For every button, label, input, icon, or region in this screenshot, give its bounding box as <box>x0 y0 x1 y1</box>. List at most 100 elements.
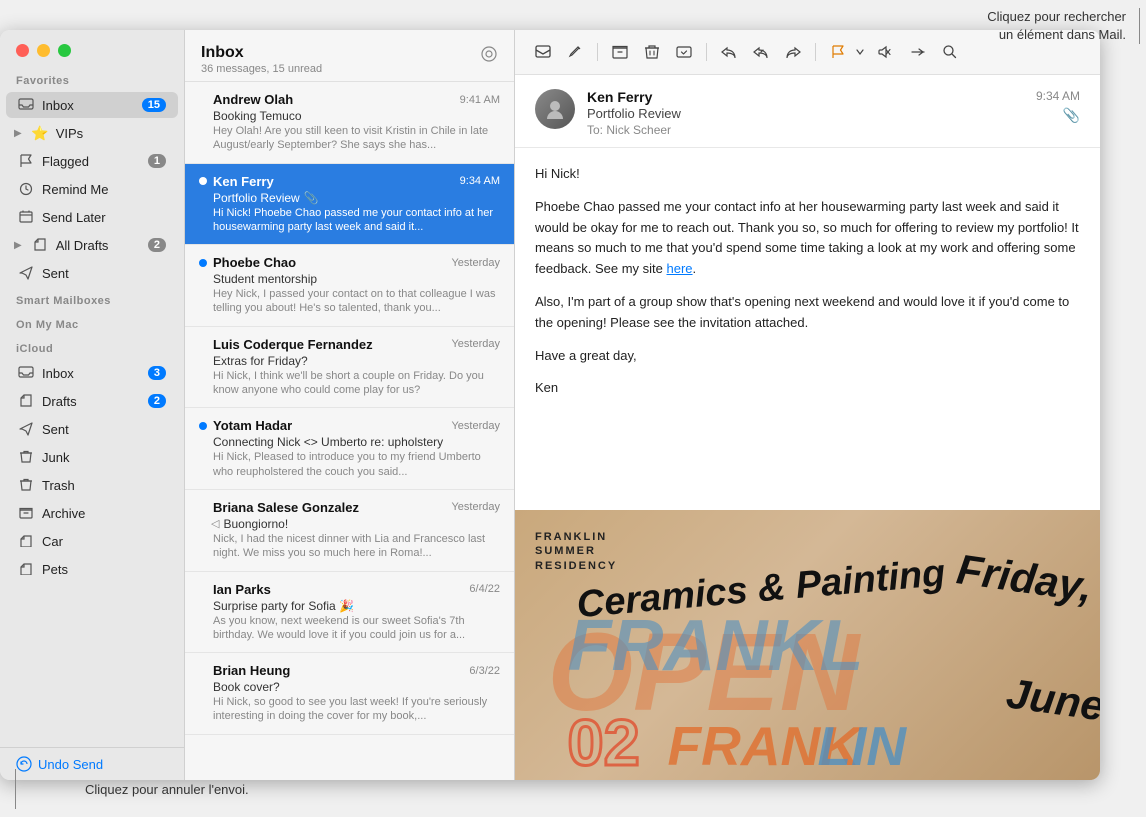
more-button[interactable] <box>904 38 932 66</box>
message-item[interactable]: Phoebe Chao Yesterday Student mentorship… <box>185 245 514 327</box>
sidebar-item-icloud-archive[interactable]: Archive <box>6 500 178 526</box>
archive-button[interactable] <box>606 38 634 66</box>
message-list-header-info: Inbox 36 messages, 15 unread <box>201 44 322 75</box>
sidebar-item-icloud-sent[interactable]: Sent <box>6 416 178 442</box>
msg-time: Yesterday <box>451 420 500 432</box>
invitation-overlay: FRANKLIN SUMMER RESIDENCY OPEN FRANKL Ce… <box>515 510 1100 780</box>
message-item[interactable]: Brian Heung 6/3/22 Book cover? Hi Nick, … <box>185 653 514 735</box>
msg-time: Yesterday <box>451 501 500 513</box>
message-list-title: Inbox <box>201 44 322 62</box>
minimize-button[interactable] <box>37 44 50 57</box>
sidebar-item-icloud-trash[interactable]: Trash <box>6 472 178 498</box>
invitation-image: FRANKLIN SUMMER RESIDENCY OPEN FRANKL Ce… <box>515 510 1100 780</box>
unread-dot <box>199 585 207 593</box>
icloud-sent-icon <box>18 421 34 437</box>
sent-icon <box>18 265 34 281</box>
icloud-archive-label: Archive <box>42 506 166 521</box>
sidebar-item-icloud-junk[interactable]: Junk <box>6 444 178 470</box>
detail-header: Ken Ferry Portfolio Review To: Nick Sche… <box>515 75 1100 148</box>
detail-body: Hi Nick! Phoebe Chao passed me your cont… <box>515 148 1100 510</box>
compose-button[interactable] <box>561 38 589 66</box>
message-item[interactable]: Ian Parks 6/4/22 Surprise party for Sofi… <box>185 572 514 654</box>
forward-button[interactable] <box>779 38 807 66</box>
msg-sender: Ken Ferry <box>213 174 274 189</box>
detail-meta: Ken Ferry Portfolio Review To: Nick Sche… <box>587 89 1024 137</box>
smart-mailboxes-label: Smart Mailboxes <box>0 287 184 311</box>
close-button[interactable] <box>16 44 29 57</box>
detail-subject: Portfolio Review <box>587 106 1024 121</box>
drafts-chevron: ▶ <box>14 240 22 251</box>
flagged-label: Flagged <box>42 154 140 169</box>
icloud-car-label: Car <box>42 534 166 549</box>
search-button[interactable] <box>936 38 964 66</box>
unread-dot <box>199 96 207 104</box>
sidebar-item-flagged[interactable]: Flagged 1 <box>6 148 178 174</box>
icloud-pets-icon <box>18 561 34 577</box>
body-line-5: Ken <box>535 378 1080 399</box>
vips-label: VIPs <box>56 126 166 141</box>
mail-window: Favorites Inbox 15 ▶ ⭐ VIPs Flagged 1 <box>0 30 1100 780</box>
icloud-sent-label: Sent <box>42 422 166 437</box>
msg-preview: As you know, next weekend is our sweet S… <box>213 614 500 643</box>
remind-me-icon <box>18 181 34 197</box>
traffic-lights <box>0 30 184 67</box>
icloud-junk-icon <box>18 449 34 465</box>
reply-button[interactable] <box>715 38 743 66</box>
flag-dropdown[interactable] <box>852 38 868 66</box>
reply-all-button[interactable] <box>747 38 775 66</box>
msg-subject: ◁ Buongiorno! <box>213 517 500 531</box>
junk-button[interactable] <box>670 38 698 66</box>
undo-send-button[interactable]: Undo Send <box>0 747 184 780</box>
on-my-mac-label: On My Mac <box>0 311 184 335</box>
msg-preview: Hi Nick! Phoebe Chao passed me your cont… <box>213 206 500 235</box>
flag-button-group[interactable] <box>824 38 868 66</box>
sidebar-item-icloud-drafts[interactable]: Drafts 2 <box>6 388 178 414</box>
message-item[interactable]: Briana Salese Gonzalez Yesterday ◁ Buong… <box>185 490 514 572</box>
msg-preview: Hi Nick, I think we'll be short a couple… <box>213 369 500 398</box>
inbox-badge: 15 <box>142 98 166 112</box>
invitation-svg: OPEN FRANKL Ceramics & Painting Friday, … <box>515 510 1100 780</box>
message-item[interactable]: Andrew Olah 9:41 AM Booking Temuco Hey O… <box>185 82 514 164</box>
filter-button[interactable] <box>480 46 498 67</box>
tooltip-search: Cliquez pour rechercher un élément dans … <box>987 8 1126 44</box>
sidebar-item-all-drafts[interactable]: ▶ All Drafts 2 <box>6 232 178 258</box>
svg-text:June: June <box>1004 669 1100 729</box>
body-line-2: Phoebe Chao passed me your contact info … <box>535 197 1080 280</box>
body-line-3: Also, I'm part of a group show that's op… <box>535 292 1080 334</box>
send-later-label: Send Later <box>42 210 166 225</box>
icloud-drafts-label: Drafts <box>42 394 140 409</box>
msg-subject: Booking Temuco <box>213 109 500 123</box>
sidebar-item-remind-me[interactable]: Remind Me <box>6 176 178 202</box>
sidebar-item-vips[interactable]: ▶ ⭐ VIPs <box>6 120 178 146</box>
msg-preview: Hey Nick, I passed your contact on to th… <box>213 287 500 316</box>
sidebar-item-inbox[interactable]: Inbox 15 <box>6 92 178 118</box>
sidebar-item-icloud-inbox[interactable]: Inbox 3 <box>6 360 178 386</box>
flag-button[interactable] <box>824 38 852 66</box>
message-item[interactable]: Yotam Hadar Yesterday Connecting Nick <>… <box>185 408 514 490</box>
new-message-button[interactable] <box>529 38 557 66</box>
sidebar-item-sent[interactable]: Sent <box>6 260 178 286</box>
msg-subject: Connecting Nick <> Umberto re: upholster… <box>213 435 500 449</box>
message-list-subtitle: 36 messages, 15 unread <box>201 63 322 75</box>
msg-time: Yesterday <box>451 257 500 269</box>
sidebar-item-icloud-car[interactable]: Car <box>6 528 178 554</box>
flagged-icon <box>18 153 34 169</box>
msg-time: 9:34 AM <box>460 175 500 187</box>
sidebar-item-send-later[interactable]: Send Later <box>6 204 178 230</box>
here-link[interactable]: here <box>667 261 693 276</box>
sidebar-item-icloud-pets[interactable]: Pets <box>6 556 178 582</box>
icloud-inbox-icon <box>18 365 34 381</box>
icloud-inbox-badge: 3 <box>148 366 166 380</box>
mute-button[interactable] <box>872 38 900 66</box>
delete-button[interactable] <box>638 38 666 66</box>
msg-time: 6/3/22 <box>469 665 500 677</box>
maximize-button[interactable] <box>58 44 71 57</box>
message-item[interactable]: Luis Coderque Fernandez Yesterday Extras… <box>185 327 514 409</box>
msg-preview: Hey Olah! Are you still keen to visit Kr… <box>213 124 500 153</box>
msg-sender: Yotam Hadar <box>213 418 292 433</box>
detail-to: To: Nick Scheer <box>587 123 1024 137</box>
body-line-1: Hi Nick! <box>535 164 1080 185</box>
msg-sender: Luis Coderque Fernandez <box>213 337 373 352</box>
msg-sender: Briana Salese Gonzalez <box>213 500 359 515</box>
message-item[interactable]: Ken Ferry 9:34 AM Portfolio Review 📎 Hi … <box>185 164 514 246</box>
